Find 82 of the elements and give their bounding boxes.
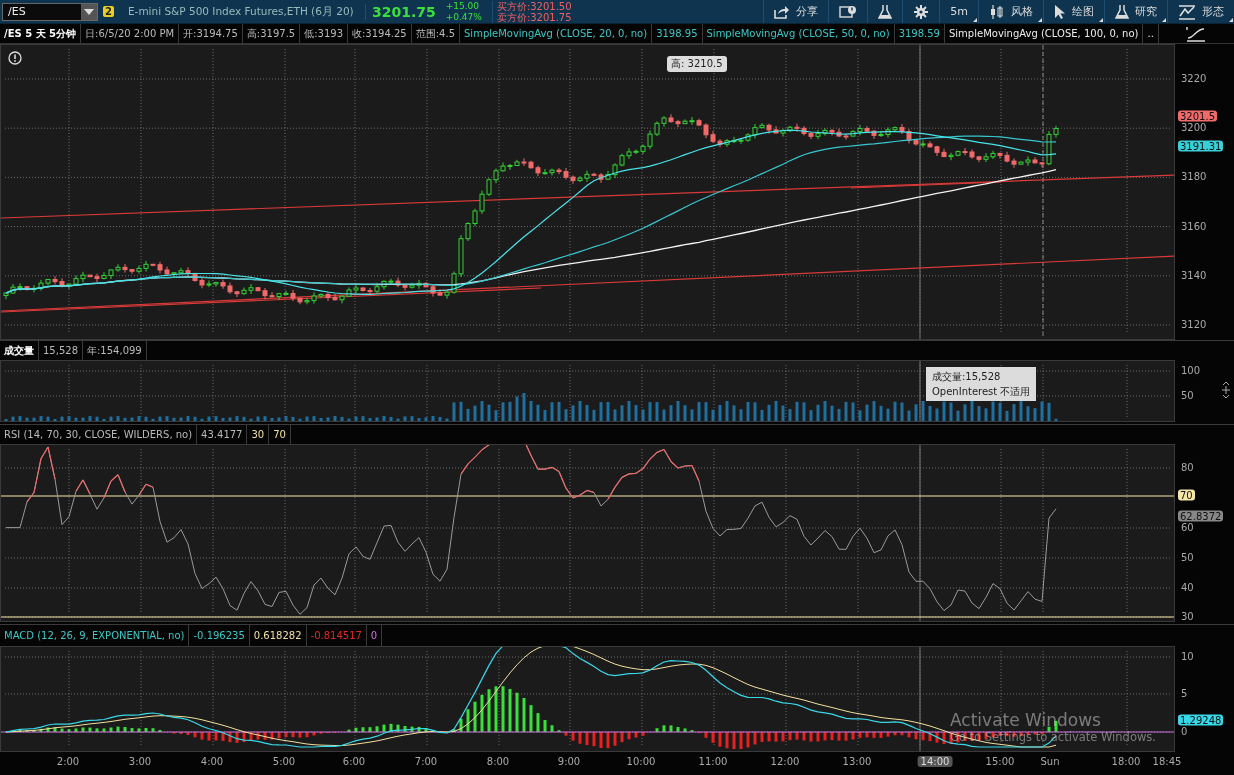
crosshair-line <box>919 361 921 421</box>
activation-notice-title: Activate Windows <box>950 711 1102 731</box>
time-label: 10:00 <box>625 756 657 767</box>
message-icon <box>839 4 858 19</box>
axis-label: 0 <box>1181 725 1188 737</box>
trend-line[interactable] <box>1 255 1174 312</box>
time-label: 9:00 <box>556 756 582 767</box>
time-label: 18:00 <box>1110 756 1142 767</box>
value-badge: 1.29248 <box>1178 714 1224 726</box>
time-label: 8:00 <box>485 756 511 767</box>
axis-label: 50 <box>1181 389 1194 401</box>
high-price-label: 高: 3210.5 <box>667 56 727 72</box>
share-icon <box>774 4 791 19</box>
expand-icon[interactable] <box>1221 381 1231 399</box>
ask-price: 卖方价:3201.75 <box>496 11 572 23</box>
time-label: 13:00 <box>841 756 873 767</box>
time-label: Sun <box>1039 756 1061 767</box>
time-label: 4:00 <box>199 756 225 767</box>
study-label: 低:3193 <box>300 24 348 43</box>
symbol-field[interactable]: /ES <box>2 2 98 21</box>
chart-style-icon[interactable] <box>1186 26 1206 42</box>
trend-line[interactable] <box>850 181 1002 189</box>
axis-label: 80 <box>1181 461 1194 473</box>
axis-label: 3120 <box>1181 318 1207 330</box>
percent-change: +0.47% <box>445 11 482 23</box>
flask-icon <box>1115 3 1129 20</box>
study-label: 高:3197.5 <box>242 24 301 43</box>
axis-label: 5 <box>1181 687 1188 699</box>
tooltip-text: OpenInterest 不适用 <box>932 385 1031 399</box>
instrument-description: E-mini S&P 500 Index Futures,ETH (6月 20) <box>127 4 353 19</box>
axis-label: 100 <box>1181 364 1201 376</box>
time-label: 5:00 <box>271 756 297 767</box>
tooltip-text: 成交量:15,528 <box>932 370 1002 384</box>
value-badge: 62.8372 <box>1178 510 1224 522</box>
time-label: 14:00 <box>917 756 953 767</box>
price-badge: 3201.5 <box>1178 110 1217 122</box>
study-label: .. <box>1143 24 1159 43</box>
time-label: 18:45 <box>1151 756 1183 767</box>
time-label: 3:00 <box>127 756 153 767</box>
flask-icon <box>878 3 893 20</box>
axis-label: 30 <box>1181 610 1194 622</box>
bid-price: 买方价:3201.50 <box>496 0 572 12</box>
link-badge[interactable]: 2 <box>103 6 114 17</box>
pattern-icon <box>1178 3 1196 20</box>
study-label: SimpleMovingAvg (CLOSE, 50, 0, no) <box>702 24 895 43</box>
axis-label: 10 <box>1181 650 1194 662</box>
study-label: 3198.59 <box>894 24 945 43</box>
time-label: 6:00 <box>341 756 367 767</box>
study-label: SimpleMovingAvg (CLOSE, 100, 0, no) <box>945 24 1144 43</box>
price-badge: 3191.31 <box>1178 140 1224 152</box>
time-label: 7:00 <box>413 756 439 767</box>
time-label: 15:00 <box>984 756 1016 767</box>
cursor-icon <box>1054 3 1066 20</box>
dropdown-button[interactable] <box>81 3 97 20</box>
value-badge: 70 <box>1178 489 1195 501</box>
axis-label: 60 <box>1181 521 1194 533</box>
axis-label: 40 <box>1181 581 1194 593</box>
study-label: 收:3194.25 <box>348 24 412 43</box>
toolbar-button[interactable]: 分享 <box>763 0 829 23</box>
axis-label: 3200 <box>1181 121 1207 133</box>
axis-label: 3140 <box>1181 269 1207 281</box>
last-price: 3201.75 <box>364 3 436 20</box>
study-label: 开:3194.75 <box>179 24 243 43</box>
price-change: +15.00 <box>445 0 481 12</box>
candlestick-icon <box>989 3 1005 20</box>
symbol-value: /ES <box>7 5 27 18</box>
study-label: /ES 5 天 5分钟 <box>0 24 82 43</box>
time-label: 2:00 <box>55 756 81 767</box>
time-label: 12:00 <box>769 756 801 767</box>
settings-icon <box>913 3 930 20</box>
time-label: 11:00 <box>697 756 729 767</box>
axis-label: 3160 <box>1181 220 1207 232</box>
study-label: SimpleMovingAvg (CLOSE, 20, 0, no) <box>460 24 653 43</box>
study-label: 3198.95 <box>652 24 703 43</box>
axis-label: 50 <box>1181 551 1194 563</box>
axis-label: 3220 <box>1181 72 1207 84</box>
study-label: 范围:4.5 <box>411 24 460 43</box>
axis-label: 3180 <box>1181 170 1207 182</box>
alert-icon[interactable] <box>8 51 22 65</box>
caret-icon <box>84 8 94 15</box>
trend-line[interactable] <box>1 287 542 313</box>
study-label: 日:6/5/20 2:00 PM <box>81 24 180 43</box>
